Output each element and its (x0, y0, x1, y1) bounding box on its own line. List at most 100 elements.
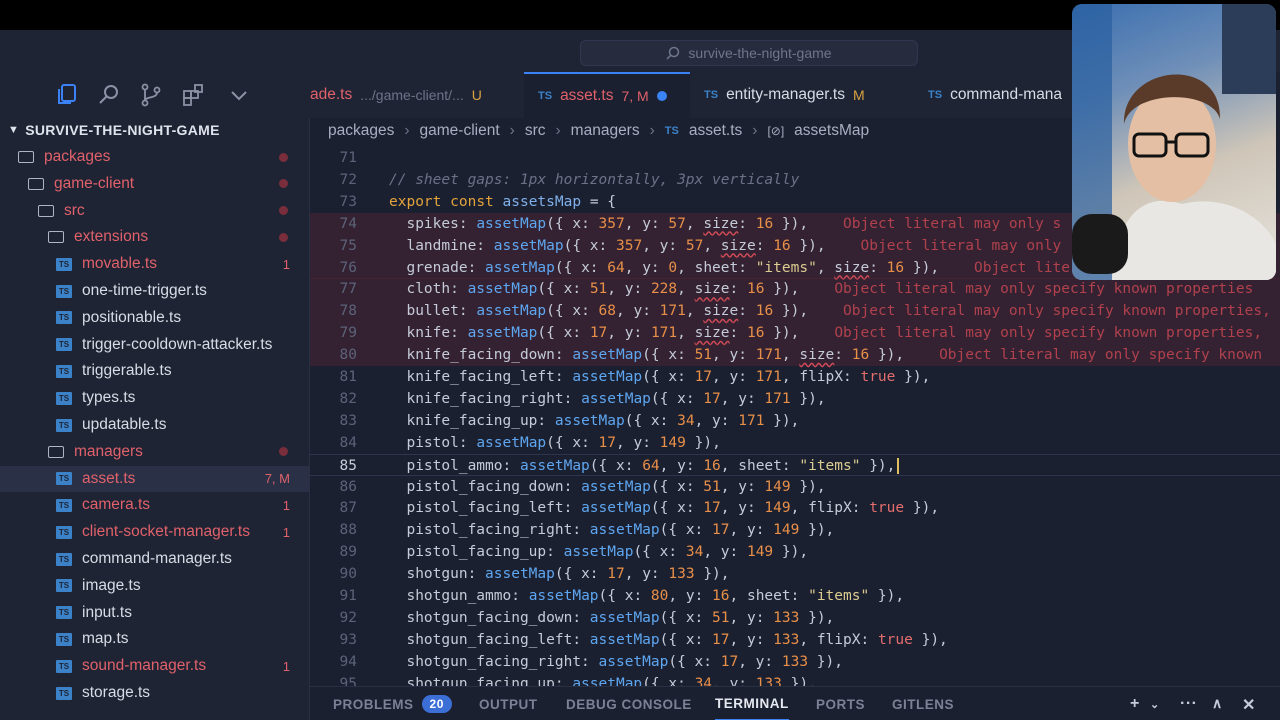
code-token: 64 (642, 457, 660, 474)
code-token: , (685, 215, 704, 232)
tree-file[interactable]: TS input.ts (0, 600, 309, 626)
chevron-down-icon: ▼ (8, 124, 20, 136)
tree-file[interactable]: TS map.ts (0, 626, 309, 652)
breadcrumb-item[interactable]: packages (328, 122, 394, 140)
code-line[interactable]: 79 knife: assetMap({ x: 17, y: 171, size… (310, 322, 1280, 345)
more-icon[interactable]: ··· (1180, 695, 1197, 713)
tree-file[interactable]: TS command-manager.ts (0, 546, 309, 572)
tree-folder[interactable]: extensions (0, 224, 309, 250)
panel-tab[interactable]: TERMINAL (715, 687, 789, 720)
panel-tab[interactable]: OUTPUT (479, 687, 538, 720)
files-icon[interactable] (54, 82, 80, 108)
code-line[interactable]: 83 knife_facing_up: assetMap({ x: 34, y:… (310, 410, 1280, 432)
code-token: 133 (773, 631, 800, 648)
code-line[interactable]: 77 cloth: assetMap({ x: 51, y: 228, size… (310, 278, 1280, 301)
tree-folder[interactable]: src (0, 198, 309, 224)
source-control-icon[interactable] (138, 82, 164, 108)
tree-file[interactable]: TS asset.ts 7, M (0, 465, 309, 492)
code-line[interactable]: 85 pistol_ammo: assetMap({ x: 64, y: 16,… (310, 453, 1280, 477)
code-token: assetMap (589, 631, 660, 648)
tree-file[interactable]: TS triggerable.ts (0, 358, 309, 384)
code-line[interactable]: 87 pistol_facing_left: assetMap({ x: 17,… (310, 497, 1280, 519)
code-line[interactable]: 95 shotgun_facing_up: assetMap({ x: 34, … (310, 673, 1280, 686)
command-center-search[interactable]: survive-the-night-game (580, 40, 918, 66)
code-line[interactable]: 78 bullet: assetMap({ x: 68, y: 171, siz… (310, 300, 1280, 323)
unsaved-dot-icon[interactable] (656, 91, 667, 101)
chevron-down-icon[interactable]: ⌄ (1150, 698, 1160, 711)
close-icon[interactable]: ✕ (1242, 695, 1256, 715)
code-token: }), (764, 281, 800, 298)
maximize-icon[interactable]: ∧ (1212, 695, 1223, 712)
tree-folder[interactable]: packages (0, 144, 309, 170)
tree-file[interactable]: TS image.ts (0, 573, 309, 599)
tree-file[interactable]: TS one-time-trigger.ts (0, 278, 309, 304)
code-line[interactable]: 89 pistol_facing_up: assetMap({ x: 34, y… (310, 541, 1280, 563)
typescript-file-icon: TS (56, 311, 72, 325)
tree-file[interactable]: TS movable.ts 1 (0, 251, 309, 277)
code-token: "items" (799, 457, 861, 474)
editor-tab[interactable]: TS entity-manager.ts M (690, 72, 914, 118)
code-token: , y: (607, 281, 651, 298)
panel-tab[interactable]: PROBLEMS 20 (333, 687, 452, 720)
tree-file[interactable]: TS updatable.ts (0, 412, 309, 438)
breadcrumb-item[interactable]: managers (571, 122, 640, 140)
code-line[interactable]: 82 knife_facing_right: assetMap({ x: 17,… (310, 388, 1280, 410)
tree-file[interactable]: TS client-socket-manager.ts 1 (0, 519, 309, 545)
code-text: knife_facing_down: assetMap({ x: 51, y: … (389, 344, 1262, 366)
chevron-down-icon[interactable] (226, 82, 252, 108)
editor-tab[interactable]: ade.ts .../game-client/... U (310, 72, 524, 118)
code-token: 17 (598, 434, 617, 451)
tree-file[interactable]: TS types.ts (0, 385, 309, 411)
code-token: , sheet: (729, 588, 809, 604)
code-token: , flipX: (781, 369, 861, 385)
code-line[interactable]: 91 shotgun_ammo: assetMap({ x: 80, y: 16… (310, 585, 1280, 607)
breadcrumb-item[interactable]: asset.ts (689, 122, 742, 140)
search-icon[interactable] (96, 82, 122, 108)
code-token: 149 (773, 522, 800, 539)
code-text: pistol_ammo: assetMap({ x: 64, y: 16, sh… (389, 455, 900, 477)
code-line[interactable]: 93 shotgun_facing_left: assetMap({ x: 17… (310, 629, 1280, 651)
code-line[interactable]: 84 pistol: assetMap({ x: 17, y: 149 }), (310, 432, 1280, 454)
code-line[interactable]: 81 knife_facing_left: assetMap({ x: 17, … (310, 366, 1280, 388)
tree-folder[interactable]: game-client (0, 171, 309, 197)
code-token: shotgun: (389, 566, 486, 583)
code-line[interactable]: 94 shotgun_facing_right: assetMap({ x: 1… (310, 651, 1280, 673)
editor-tab[interactable]: TS asset.ts 7, M (524, 72, 690, 118)
tree-file[interactable]: TS sound-manager.ts 1 (0, 653, 309, 679)
code-token: }), (781, 675, 817, 686)
code-line[interactable]: 92 shotgun_facing_down: assetMap({ x: 51… (310, 607, 1280, 629)
code-token: "items" (808, 588, 870, 604)
tree-file[interactable]: TS trigger-cooldown-attacker.ts (0, 332, 309, 358)
code-line[interactable]: 80 knife_facing_down: assetMap({ x: 51, … (310, 344, 1280, 367)
tree-item-label: src (64, 201, 85, 219)
panel-tab[interactable]: GITLENS (892, 687, 954, 720)
code-token: knife_facing_up: (389, 412, 555, 429)
code-token: , y: (703, 544, 747, 561)
tree-folder[interactable]: managers (0, 439, 309, 465)
extensions-icon[interactable] (181, 82, 207, 108)
panel-tab[interactable]: PORTS (816, 687, 865, 720)
code-line[interactable]: 88 pistol_facing_right: assetMap({ x: 17… (310, 519, 1280, 541)
folder-icon (28, 177, 44, 190)
tab-status: 7, M (621, 88, 649, 104)
tree-file[interactable]: TS positionable.ts (0, 305, 309, 331)
explorer-title[interactable]: ▼ SURVIVE-THE-NIGHT-GAME (8, 122, 220, 138)
code-line[interactable]: 90 shotgun: assetMap({ x: 17, y: 133 }), (310, 563, 1280, 585)
line-number: 73 (339, 193, 357, 210)
breadcrumb-item[interactable]: game-client (420, 122, 500, 140)
add-terminal-icon[interactable]: + (1130, 695, 1140, 713)
tree-item-label: client-socket-manager.ts (82, 523, 250, 541)
tree-item-label: movable.ts (82, 255, 157, 273)
panel-tab[interactable]: DEBUG CONSOLE (566, 687, 692, 720)
code-token: , y: (694, 412, 739, 429)
breadcrumb-item[interactable]: assetsMap (794, 122, 869, 140)
code-token: , y: (668, 588, 713, 604)
breadcrumb-item[interactable]: src (525, 122, 546, 140)
code-line[interactable]: 86 pistol_facing_down: assetMap({ x: 51,… (310, 476, 1280, 498)
line-number: 84 (339, 434, 357, 451)
editor-tab[interactable]: TS command-mana (914, 72, 1080, 118)
tree-file[interactable]: TS storage.ts (0, 680, 309, 706)
code-token: 16 (851, 347, 870, 364)
tree-file[interactable]: TS camera.ts 1 (0, 492, 309, 518)
code-token: ({ x: (546, 434, 599, 451)
